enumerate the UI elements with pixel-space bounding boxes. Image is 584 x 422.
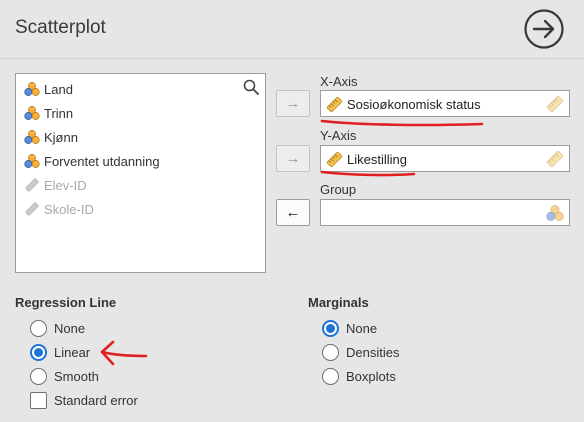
id-icon — [24, 201, 40, 217]
marginals-boxplots-option[interactable]: Boxplots — [322, 366, 396, 386]
search-icon[interactable] — [243, 79, 259, 95]
option-label: None — [54, 320, 86, 336]
continuous-icon — [326, 151, 343, 168]
nominal-icon — [24, 153, 40, 169]
option-label: Smooth — [54, 368, 99, 384]
radio-button[interactable] — [30, 367, 47, 385]
continuous-type-icon — [546, 95, 564, 113]
regression-smooth-option[interactable]: Smooth — [30, 366, 99, 386]
group-dropzone[interactable] — [320, 199, 570, 226]
standard-error-option[interactable]: Standard error — [30, 390, 138, 410]
radio-button[interactable] — [30, 319, 47, 337]
marginals-densities-option[interactable]: Densities — [322, 342, 399, 362]
header-bar: Scatterplot — [0, 0, 584, 58]
continuous-icon — [326, 96, 343, 113]
arrowhead-annotation — [100, 340, 115, 366]
regression-linear-option[interactable]: Linear — [30, 342, 90, 362]
variable-label: Forventet utdanning — [44, 153, 160, 169]
option-label: None — [346, 320, 378, 336]
variable-item-skole-id[interactable]: Skole-ID — [24, 199, 94, 219]
xaxis-underline-annotation — [320, 119, 484, 127]
radio-button[interactable] — [322, 367, 339, 385]
standard-error-checkbox[interactable] — [30, 391, 47, 409]
radio-button[interactable] — [30, 343, 47, 361]
yaxis-label: Y-Axis — [320, 128, 357, 143]
option-label: Densities — [346, 344, 400, 360]
arrow-right-circle-icon[interactable] — [523, 8, 565, 50]
marginals-none-option[interactable]: None — [322, 318, 377, 338]
regression-none-option[interactable]: None — [30, 318, 85, 338]
yaxis-underline-annotation — [320, 170, 416, 177]
variable-label: Elev-ID — [44, 177, 87, 193]
arrow-annotation — [100, 350, 148, 358]
variable-item-trinn[interactable]: Trinn — [24, 103, 73, 123]
variable-item-forventet-utdanning[interactable]: Forventet utdanning — [24, 151, 160, 171]
xaxis-variable-chip[interactable]: Sosioøkonomisk status — [326, 95, 481, 113]
move-to-yaxis-button[interactable]: → — [276, 145, 310, 172]
header-divider — [0, 58, 584, 59]
variable-label: Land — [44, 81, 73, 97]
radio-button[interactable] — [322, 319, 339, 337]
regression-line-title: Regression Line — [15, 295, 117, 310]
option-label: Boxplots — [346, 368, 396, 384]
variable-label: Skole-ID — [44, 201, 94, 217]
variable-list[interactable]: Land Trinn Kjønn Forventet utdanning Ele… — [15, 73, 266, 273]
variable-label: Trinn — [44, 105, 74, 121]
option-label: Standard error — [54, 392, 138, 408]
xaxis-dropzone[interactable]: Sosioøkonomisk status — [320, 90, 570, 117]
variable-item-kjonn[interactable]: Kjønn — [24, 127, 78, 147]
xaxis-label: X-Axis — [320, 74, 358, 89]
xaxis-variable-label: Sosioøkonomisk status — [347, 96, 481, 112]
nominal-icon — [24, 81, 40, 97]
nominal-type-icon — [546, 204, 564, 222]
radio-button[interactable] — [322, 343, 339, 361]
variable-item-land[interactable]: Land — [24, 79, 73, 99]
yaxis-dropzone[interactable]: Likestilling — [320, 145, 570, 172]
id-icon — [24, 177, 40, 193]
variable-item-elev-id[interactable]: Elev-ID — [24, 175, 87, 195]
move-to-xaxis-button[interactable]: → — [276, 90, 310, 117]
marginals-title: Marginals — [308, 295, 369, 310]
move-to-group-button[interactable]: ← — [276, 199, 310, 226]
nominal-icon — [24, 105, 40, 121]
variable-label: Kjønn — [44, 129, 78, 145]
nominal-icon — [24, 129, 40, 145]
yaxis-variable-chip[interactable]: Likestilling — [326, 150, 407, 168]
continuous-type-icon — [546, 150, 564, 168]
group-label: Group — [320, 182, 357, 197]
yaxis-variable-label: Likestilling — [347, 151, 407, 167]
option-label: Linear — [54, 344, 91, 360]
page-title: Scatterplot — [15, 17, 106, 38]
